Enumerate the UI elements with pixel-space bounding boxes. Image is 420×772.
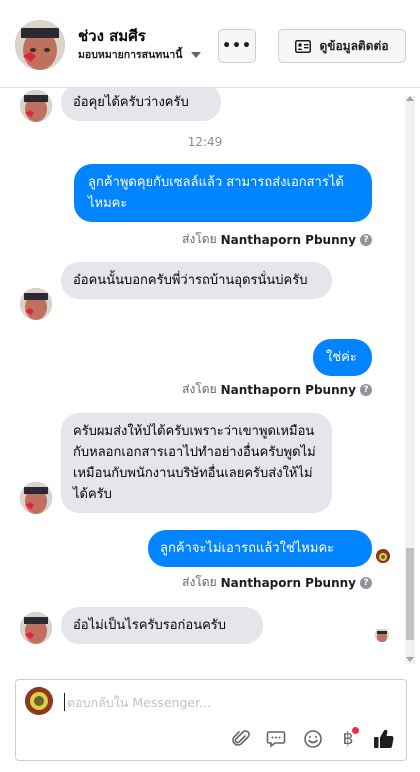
incoming-message: อ๋อคุยได้ครับว่างครับ [61, 88, 221, 121]
reply-composer: ฿ [15, 679, 407, 761]
view-contact-label: ดูข้อมูลติดต่อ [319, 38, 389, 53]
sender-avatar [20, 90, 52, 122]
seen-avatar [376, 549, 390, 563]
emoji-icon[interactable] [301, 727, 325, 751]
more-options-button[interactable]: ••• [218, 29, 256, 63]
scrollbar-thumb[interactable] [406, 548, 414, 640]
outgoing-message: ลูกค้าพูดคุยกับเซลล์แล้ว สามารถส่งเอกสาร… [74, 164, 372, 222]
scrollbar[interactable] [405, 96, 415, 664]
like-icon[interactable] [372, 727, 396, 751]
attach-icon[interactable] [229, 727, 253, 751]
incoming-message: ครับผมส่งให้ป่ได้ครับเพราะว่าเขาพูดเหมือ… [61, 413, 332, 513]
caret-down-icon [191, 51, 202, 58]
contact-name: ช่วง สมศีร [78, 27, 146, 45]
reply-input[interactable] [64, 693, 384, 711]
sent-by-prefix: ส่งโดย [182, 382, 217, 396]
sent-by-agent: Nanthaporn Pbunny [220, 232, 356, 247]
help-icon[interactable]: ? [360, 576, 372, 589]
avatar[interactable] [15, 20, 65, 70]
sent-by-prefix: ส่งโดย [182, 232, 217, 246]
outgoing-message: ลูกค้าจะไม่เอารถแล้วใช่ไหมคะ [148, 530, 372, 567]
view-contact-button[interactable]: ดูข้อมูลติดต่อ [278, 29, 406, 63]
conversation-header: ช่วง สมศีร มอบหมายการสนทนานี้ ••• ดูข้อม… [0, 0, 420, 88]
incoming-message: อ๋อคนนั้นบอกครับพี่ว่ารถบ้านอุดรนั่นบ่คร… [61, 262, 332, 299]
scroll-up-icon[interactable] [406, 96, 414, 101]
assign-label: มอบหมายการสนทนานี้ [78, 49, 183, 61]
more-options-label: ••• [222, 38, 252, 54]
sender-avatar [20, 288, 52, 320]
help-icon[interactable]: ? [360, 383, 372, 396]
profile-photo [15, 20, 65, 70]
message-thread[interactable]: อ๋อคุยได้ครับว่างครับ 12:49 ลูกค้าพูดคุย… [0, 88, 420, 664]
sender-avatar [20, 612, 52, 644]
sent-by-label: ส่งโดย Nanthaporn Pbunny ? [182, 573, 372, 592]
sender-avatar [20, 482, 52, 514]
page-avatar [25, 687, 53, 715]
sent-by-label: ส่งโดย Nanthaporn Pbunny ? [182, 230, 372, 249]
notification-dot [352, 727, 359, 734]
help-icon[interactable]: ? [360, 233, 372, 246]
sent-by-agent: Nanthaporn Pbunny [220, 575, 356, 590]
seen-avatar [375, 628, 389, 642]
baht-icon[interactable]: ฿ [336, 727, 360, 751]
timestamp: 12:49 [187, 135, 223, 149]
contact-card-icon [295, 39, 312, 53]
sent-by-prefix: ส่งโดย [182, 575, 217, 589]
assign-conversation-dropdown[interactable]: มอบหมายการสนทนานี้ [78, 46, 202, 63]
incoming-message: อ๋อไม่เป็นไรครับรอก่อนครับ [61, 607, 263, 644]
sent-by-agent: Nanthaporn Pbunny [220, 382, 356, 397]
outgoing-message: ใช่ค่ะ [313, 339, 372, 376]
sent-by-label: ส่งโดย Nanthaporn Pbunny ? [182, 380, 372, 399]
scroll-down-icon[interactable] [406, 657, 414, 662]
saved-reply-icon[interactable] [264, 727, 288, 751]
